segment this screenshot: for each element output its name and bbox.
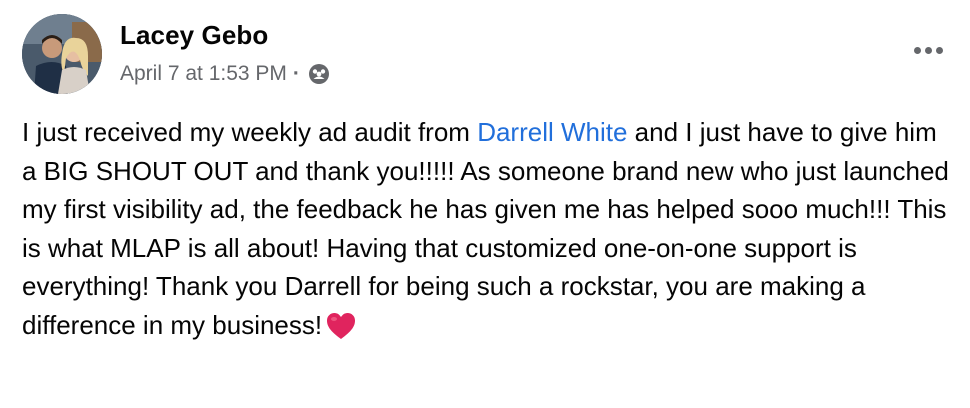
more-options-button[interactable] [908, 38, 948, 62]
author-name[interactable]: Lacey Gebo [120, 20, 268, 51]
post-text-rest: and I just have to give him a BIG SHOUT … [22, 117, 949, 340]
more-options-icon [913, 46, 921, 54]
facebook-post: Lacey Gebo April 7 at 1:53 PM · I just r… [0, 0, 970, 408]
heart-icon [326, 312, 356, 340]
post-header: Lacey Gebo April 7 at 1:53 PM · [22, 14, 952, 96]
post-timestamp[interactable]: April 7 at 1:53 PM [120, 62, 287, 86]
meta-separator: · [292, 62, 300, 85]
author-avatar[interactable] [22, 14, 102, 94]
group-audience-icon[interactable] [308, 63, 330, 85]
post-meta: April 7 at 1:53 PM · [120, 62, 330, 86]
more-options-dot [935, 46, 943, 54]
avatar-photo-icon [22, 14, 102, 94]
mention-link[interactable]: Darrell White [477, 117, 627, 147]
more-options-dot [924, 46, 932, 54]
post-text-start: I just received my weekly ad audit from [22, 117, 478, 147]
post-body: I just received my weekly ad audit from … [22, 113, 957, 344]
